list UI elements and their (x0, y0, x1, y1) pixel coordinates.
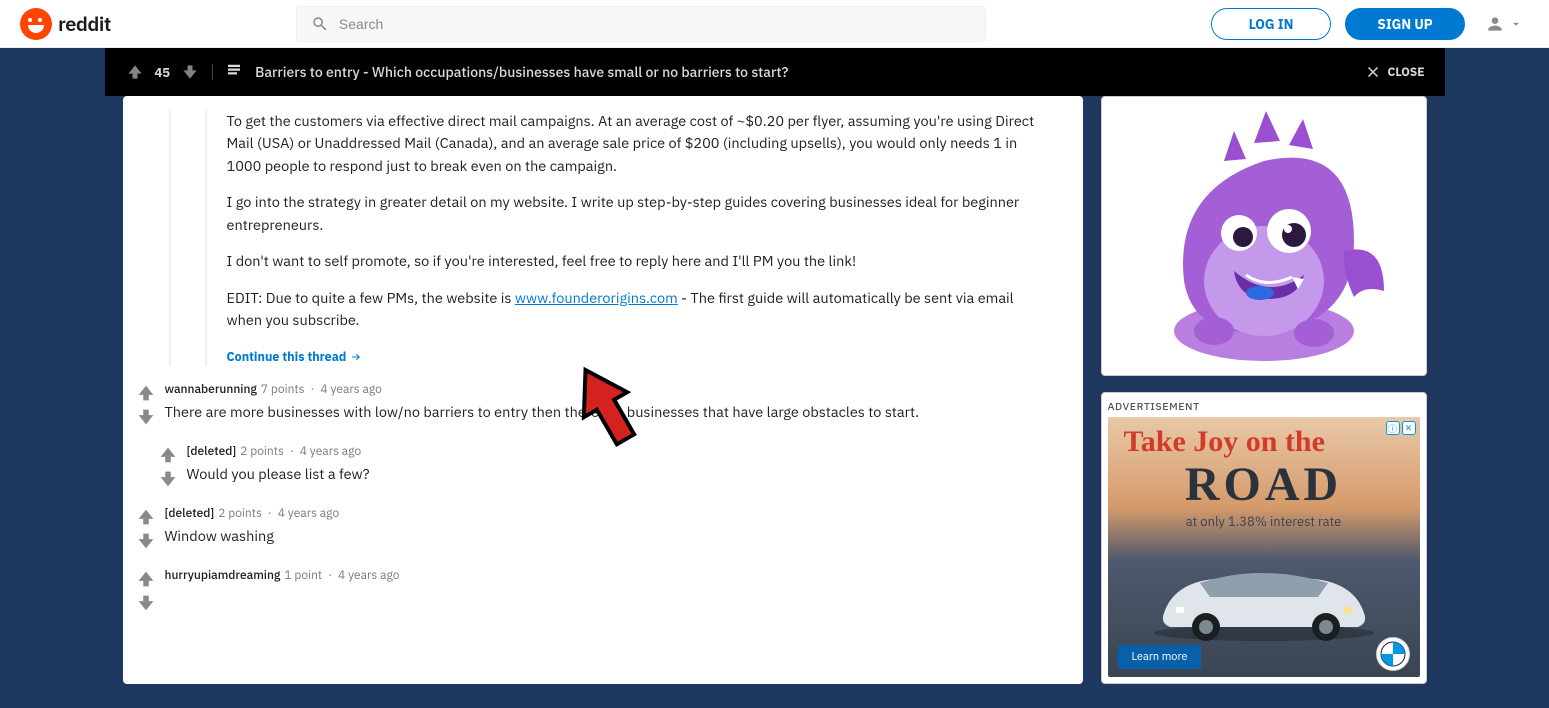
ad-brand-logo (1376, 637, 1410, 671)
comment-age: 4 years ago (278, 506, 339, 521)
person-icon (1485, 14, 1505, 34)
overlay-vote-group: 45 (125, 62, 201, 82)
comment-author[interactable]: hurryupiamdreaming (165, 568, 281, 583)
page-backdrop: 45 Barriers to entry - Which occupations… (0, 48, 1549, 708)
main-column: To get the customers via effective direc… (123, 96, 1083, 684)
search-icon (311, 15, 329, 33)
comment-vote-group (157, 444, 179, 490)
ad-headline-script: Take Joy on the (1124, 425, 1325, 459)
comment-meta: hurryupiamdreaming 1 point 4 years ago (165, 568, 1047, 583)
upvote-icon[interactable] (135, 568, 157, 590)
comment-points: 2 points (218, 506, 262, 521)
adchoices-icon[interactable]: ⓘ (1386, 421, 1400, 435)
search-input[interactable] (339, 16, 971, 32)
upvote-icon[interactable] (125, 62, 145, 82)
comment-body: There are more businesses with low/no ba… (165, 401, 1047, 423)
overlay-body: To get the customers via effective direc… (105, 96, 1445, 684)
signup-button[interactable]: SIGN UP (1345, 8, 1465, 40)
ad-cta-button[interactable]: Learn more (1118, 645, 1202, 669)
downvote-icon[interactable] (180, 62, 200, 82)
downvote-icon[interactable] (157, 468, 179, 490)
ad-close-icon[interactable]: ✕ (1402, 421, 1416, 435)
comment: wannaberunning 7 points 4 years ago Ther… (135, 382, 1047, 428)
separator (212, 64, 213, 80)
header-actions: LOG IN SIGN UP (1211, 8, 1529, 40)
post-overlay: 45 Barriers to entry - Which occupations… (105, 48, 1445, 708)
brand-name: reddit (58, 10, 111, 37)
mascot-card (1101, 96, 1427, 376)
search-bar[interactable] (296, 6, 986, 42)
comment-vote-group (135, 506, 157, 552)
advertisement-card[interactable]: ADVERTISEMENT ⓘ ✕ Take Joy on the ROAD a… (1101, 392, 1427, 684)
comment: [deleted] 2 points 4 years ago Would you… (157, 444, 1047, 490)
comment-points: 7 points (261, 382, 305, 397)
continue-thread-link[interactable]: Continue this thread (227, 349, 363, 365)
login-button[interactable]: LOG IN (1211, 8, 1331, 40)
comment-meta: [deleted] 2 points 4 years ago (165, 506, 1047, 521)
comment-age: 4 years ago (300, 444, 361, 459)
search-wrap (296, 6, 986, 42)
comment-body: Window washing (165, 525, 1047, 547)
arrow-right-icon (350, 351, 362, 363)
comment-age: 4 years ago (320, 382, 381, 397)
comment-vote-group (135, 568, 157, 614)
downvote-icon[interactable] (135, 592, 157, 614)
comment-author[interactable]: [deleted] (187, 444, 237, 459)
comment-age: 4 years ago (338, 568, 399, 583)
overlay-header: 45 Barriers to entry - Which occupations… (105, 48, 1445, 96)
ad-headline-main: ROAD (1108, 457, 1420, 512)
comment: [deleted] 2 points 4 years ago Window wa… (135, 506, 1047, 552)
site-header: reddit LOG IN SIGN UP (0, 0, 1549, 48)
post-score: 45 (155, 64, 171, 81)
ad-subhead: at only 1.38% interest rate (1108, 513, 1420, 530)
close-button[interactable]: CLOSE (1364, 63, 1425, 81)
comment-meta: wannaberunning 7 points 4 years ago (165, 382, 1047, 397)
ad-creative[interactable]: ⓘ ✕ Take Joy on the ROAD at only 1.38% i… (1108, 417, 1420, 677)
logo[interactable]: reddit (20, 8, 111, 40)
downvote-icon[interactable] (135, 530, 157, 552)
comment-body: Would you please list a few? (187, 463, 1047, 485)
downvote-icon[interactable] (135, 406, 157, 428)
comment-author[interactable]: [deleted] (165, 506, 215, 521)
post-title: Barriers to entry - Which occupations/bu… (255, 63, 788, 81)
comment-points: 2 points (240, 444, 284, 459)
comment-author[interactable]: wannaberunning (165, 382, 257, 397)
chevron-down-icon (1509, 17, 1523, 31)
upvote-icon[interactable] (157, 444, 179, 466)
mascot-image (1106, 101, 1422, 371)
ad-car-image (1108, 553, 1420, 643)
sidebar: ADVERTISEMENT ⓘ ✕ Take Joy on the ROAD a… (1101, 96, 1427, 684)
reddit-logo-icon (20, 8, 52, 40)
comment-vote-group (135, 382, 157, 428)
comment-points: 1 point (284, 568, 322, 583)
ad-label: ADVERTISEMENT (1108, 399, 1420, 413)
upvote-icon[interactable] (135, 506, 157, 528)
post-type-icon (225, 61, 243, 84)
comment-meta: [deleted] 2 points 4 years ago (187, 444, 1047, 459)
user-dropdown[interactable] (1479, 12, 1529, 36)
close-icon (1364, 63, 1382, 81)
external-link[interactable]: www.founderorigins.com (515, 288, 678, 307)
comment: hurryupiamdreaming 1 point 4 years ago (135, 568, 1047, 614)
comment-body: To get the customers via effective direc… (227, 110, 1047, 332)
upvote-icon[interactable] (135, 382, 157, 404)
